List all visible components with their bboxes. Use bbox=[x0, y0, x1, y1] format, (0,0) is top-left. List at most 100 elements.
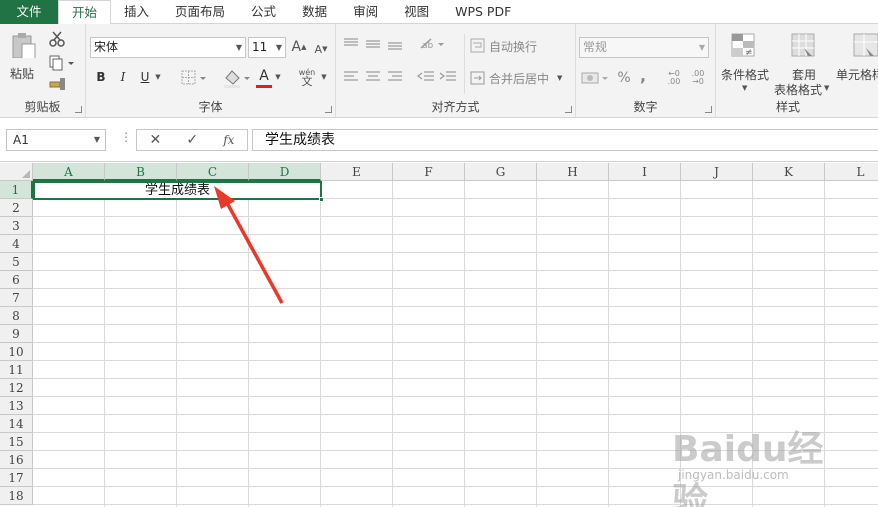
row-header-11[interactable]: 11 bbox=[0, 361, 33, 379]
row-header-16[interactable]: 16 bbox=[0, 451, 33, 469]
font-launcher-icon[interactable] bbox=[325, 106, 332, 113]
row-header-1[interactable]: 1 bbox=[0, 181, 33, 199]
number-format-select[interactable]: 常规 ▼ bbox=[579, 37, 709, 58]
cell-styles-label[interactable]: 单元格样 bbox=[836, 66, 878, 83]
tab-0[interactable]: 文件 bbox=[0, 0, 58, 24]
chevron-down-icon[interactable]: ▼ bbox=[154, 70, 162, 84]
row-header-5[interactable]: 5 bbox=[0, 253, 33, 271]
number-launcher-icon[interactable] bbox=[705, 106, 712, 113]
chevron-down-icon: ▼ bbox=[698, 43, 705, 52]
cancel-icon[interactable]: ✕ bbox=[150, 132, 162, 148]
gridline bbox=[33, 288, 878, 289]
currency-icon[interactable] bbox=[580, 69, 612, 87]
comma-button[interactable]: , bbox=[638, 66, 648, 85]
row-header-9[interactable]: 9 bbox=[0, 325, 33, 343]
orientation-icon[interactable]: ab bbox=[418, 36, 446, 52]
tab-3[interactable]: 页面布局 bbox=[162, 0, 238, 24]
font-color-button[interactable]: A bbox=[256, 67, 272, 85]
row-header-2[interactable]: 2 bbox=[0, 199, 33, 217]
clipboard-launcher-icon[interactable] bbox=[75, 106, 82, 113]
conditional-format-label[interactable]: 条件格式 bbox=[721, 66, 769, 83]
clipboard-group: 粘贴 剪贴板 bbox=[0, 24, 86, 118]
tab-8[interactable]: WPS PDF bbox=[442, 0, 524, 24]
tab-5[interactable]: 数据 bbox=[289, 0, 340, 24]
shrink-font-button[interactable]: A ▼ bbox=[314, 40, 328, 58]
format-painter-icon[interactable] bbox=[48, 76, 68, 92]
formula-input[interactable]: 学生成绩表 bbox=[252, 129, 878, 151]
decrease-decimal-button[interactable]: .00 →0 bbox=[688, 68, 708, 88]
fill-color-icon[interactable] bbox=[222, 68, 252, 88]
gridline bbox=[104, 181, 105, 507]
border-icon[interactable] bbox=[180, 69, 208, 87]
row-header-14[interactable]: 14 bbox=[0, 415, 33, 433]
copy-icon[interactable] bbox=[48, 53, 76, 71]
row-header-13[interactable]: 13 bbox=[0, 397, 33, 415]
cut-icon[interactable] bbox=[48, 30, 66, 48]
chevron-down-icon[interactable]: ▼ bbox=[274, 70, 282, 84]
vertical-align-icons[interactable] bbox=[342, 36, 408, 52]
font-name-select[interactable]: 宋体 ▼ bbox=[90, 37, 246, 58]
chevron-down-icon[interactable]: ▼ bbox=[557, 74, 562, 82]
column-header-k[interactable]: K bbox=[753, 163, 825, 181]
column-header-e[interactable]: E bbox=[321, 163, 393, 181]
conditional-format-icon[interactable]: ≠ bbox=[730, 32, 758, 58]
merged-cell-a1-d1[interactable]: 学生成绩表 bbox=[33, 181, 322, 200]
column-header-a[interactable]: A bbox=[33, 163, 105, 181]
row-header-10[interactable]: 10 bbox=[0, 343, 33, 361]
row-header-8[interactable]: 8 bbox=[0, 307, 33, 325]
paste-label[interactable]: 粘贴 bbox=[10, 65, 34, 82]
bold-button[interactable]: B bbox=[94, 68, 108, 86]
row-header-12[interactable]: 12 bbox=[0, 379, 33, 397]
chevron-down-icon[interactable]: ▼ bbox=[824, 84, 829, 92]
italic-button[interactable]: I bbox=[116, 68, 130, 86]
column-header-c[interactable]: C bbox=[177, 163, 249, 181]
row-header-15[interactable]: 15 bbox=[0, 433, 33, 451]
fill-handle[interactable] bbox=[319, 197, 324, 202]
gridline bbox=[33, 252, 878, 253]
name-box[interactable]: A1 ▼ bbox=[6, 129, 106, 151]
tab-1[interactable]: 开始 bbox=[58, 0, 112, 25]
format-as-table-icon[interactable] bbox=[790, 32, 818, 58]
row-header-18[interactable]: 18 bbox=[0, 487, 33, 505]
underline-button[interactable]: U bbox=[138, 68, 152, 86]
row-header-6[interactable]: 6 bbox=[0, 271, 33, 289]
row-header-4[interactable]: 4 bbox=[0, 235, 33, 253]
column-header-h[interactable]: H bbox=[537, 163, 609, 181]
enter-icon[interactable]: ✓ bbox=[186, 132, 198, 148]
svg-text:≠: ≠ bbox=[745, 48, 753, 58]
column-header-f[interactable]: F bbox=[393, 163, 465, 181]
phonetic-guide-button[interactable]: wén 文 bbox=[296, 66, 318, 88]
column-header-j[interactable]: J bbox=[681, 163, 753, 181]
font-size-select[interactable]: 11 ▼ bbox=[248, 37, 286, 58]
increase-decimal-button[interactable]: ←0.00 bbox=[664, 68, 684, 88]
row-header-3[interactable]: 3 bbox=[0, 217, 33, 235]
paste-icon[interactable] bbox=[10, 32, 38, 58]
column-header-l[interactable]: L bbox=[825, 163, 878, 181]
format-as-table-label-2[interactable]: 表格格式 bbox=[774, 81, 822, 98]
row-header-17[interactable]: 17 bbox=[0, 469, 33, 487]
gridline bbox=[536, 181, 537, 507]
column-header-d[interactable]: D bbox=[249, 163, 321, 181]
cell-styles-icon[interactable] bbox=[852, 32, 878, 58]
select-all-button[interactable] bbox=[0, 163, 33, 181]
column-header-b[interactable]: B bbox=[105, 163, 177, 181]
column-header-g[interactable]: G bbox=[465, 163, 537, 181]
column-header-i[interactable]: I bbox=[609, 163, 681, 181]
tab-7[interactable]: 视图 bbox=[391, 0, 442, 24]
wrap-text-button[interactable]: 自动换行 bbox=[470, 36, 537, 56]
insert-function-icon[interactable]: fx bbox=[223, 133, 234, 147]
name-box-value: A1 bbox=[13, 133, 29, 147]
chevron-down-icon[interactable]: ▼ bbox=[742, 84, 747, 92]
horizontal-align-icons[interactable] bbox=[342, 69, 408, 85]
drag-handle-icon[interactable]: ⋮ bbox=[120, 130, 132, 144]
percent-button[interactable]: % bbox=[616, 69, 632, 87]
row-header-7[interactable]: 7 bbox=[0, 289, 33, 307]
merge-center-button[interactable]: 合并后居中 ▼ bbox=[470, 68, 562, 88]
alignment-launcher-icon[interactable] bbox=[565, 106, 572, 113]
indent-icons[interactable] bbox=[416, 69, 460, 85]
tab-2[interactable]: 插入 bbox=[111, 0, 162, 24]
grow-font-button[interactable]: A ▲ bbox=[292, 38, 307, 56]
tab-4[interactable]: 公式 bbox=[238, 0, 289, 24]
tab-6[interactable]: 审阅 bbox=[340, 0, 391, 24]
chevron-down-icon[interactable]: ▼ bbox=[320, 70, 328, 84]
